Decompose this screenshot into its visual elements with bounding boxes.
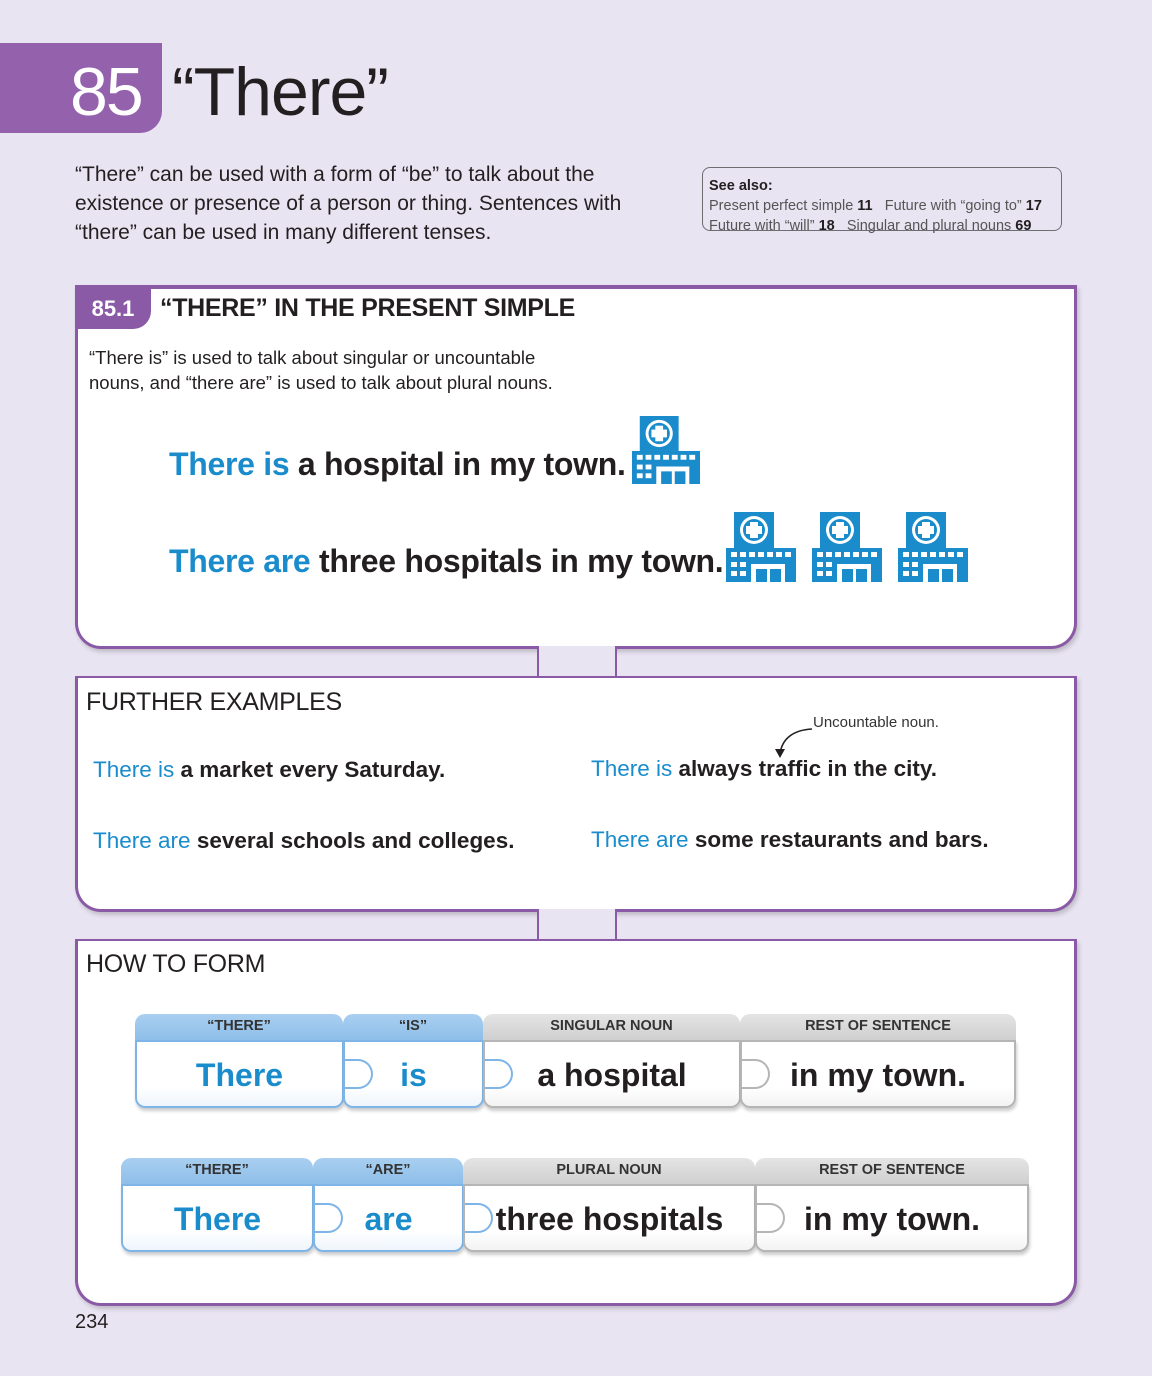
sentence-rest: some restaurants and bars. bbox=[688, 827, 989, 852]
see-also-heading: See also: bbox=[709, 178, 773, 194]
unit-number: 85 bbox=[70, 54, 144, 130]
how-to-form-heading: HOW TO FORM bbox=[86, 950, 266, 978]
see-also-row: Future with “will” 18 Singular and plura… bbox=[709, 216, 1055, 236]
see-also-link[interactable]: Singular and plural nouns bbox=[847, 218, 1011, 234]
sentence-rest: three hospitals in my town. bbox=[310, 543, 724, 579]
page-number: 234 bbox=[75, 1311, 109, 1333]
hospital-icon bbox=[812, 512, 882, 582]
see-also-number: 11 bbox=[857, 198, 873, 214]
sentence-highlight: There is bbox=[169, 446, 290, 482]
hospital-icon bbox=[898, 512, 968, 582]
sentence-rest: several schools and colleges. bbox=[190, 828, 515, 853]
section-number-tab: 85.1 bbox=[75, 287, 151, 329]
panel-connector bbox=[537, 909, 617, 942]
see-also-row: Present perfect simple 11 Future with “g… bbox=[709, 196, 1055, 216]
sentence-highlight: There are bbox=[591, 827, 689, 852]
see-also-box: See also: Present perfect simple 11 Futu… bbox=[702, 167, 1062, 234]
puzzle-piece: There bbox=[121, 1184, 314, 1252]
see-also-number: 18 bbox=[818, 218, 835, 234]
puzzle-piece: a hospital bbox=[483, 1040, 741, 1108]
example-sentence: There is always traffic in the city. bbox=[591, 756, 937, 782]
example-sentence: There are some restaurants and bars. bbox=[591, 827, 989, 853]
example-sentence: There are several schools and colleges. bbox=[93, 828, 514, 854]
see-also-link[interactable]: Future with “will” bbox=[709, 218, 815, 234]
example-sentence: There is a hospital in my town. bbox=[169, 446, 626, 483]
further-examples-heading: FURTHER EXAMPLES bbox=[86, 688, 342, 716]
puzzle-piece: There bbox=[135, 1040, 344, 1108]
sentence-highlight: There is bbox=[93, 757, 175, 782]
sentence-rest: a market every Saturday. bbox=[174, 757, 446, 782]
sentence-rest: a hospital in my town. bbox=[289, 446, 626, 482]
see-also-number: 69 bbox=[1015, 218, 1032, 234]
page-title: “There” bbox=[172, 54, 389, 130]
see-also-number: 17 bbox=[1025, 198, 1042, 214]
annotation-note: Uncountable noun. bbox=[813, 714, 939, 731]
puzzle-piece: three hospitals bbox=[463, 1184, 756, 1252]
intro-text: “There” can be used with a form of “be” … bbox=[75, 163, 622, 244]
sentence-highlight: There are bbox=[169, 543, 311, 579]
section-description: “There is” is used to talk about singula… bbox=[89, 347, 553, 393]
hospital-icon bbox=[632, 416, 700, 484]
example-sentence: There is a market every Saturday. bbox=[93, 757, 445, 783]
puzzle-piece: in my town. bbox=[740, 1040, 1016, 1108]
see-also-link[interactable]: Present perfect simple bbox=[709, 198, 853, 214]
puzzle-piece: in my town. bbox=[755, 1184, 1029, 1252]
panel-connector bbox=[537, 646, 617, 679]
section-title: “THERE” IN THE PRESENT SIMPLE bbox=[160, 294, 575, 322]
sentence-highlight: There is bbox=[591, 756, 673, 781]
example-sentence: There are three hospitals in my town. bbox=[169, 543, 724, 580]
see-also-link[interactable]: Future with “going to” bbox=[885, 198, 1022, 214]
hospital-icon bbox=[726, 512, 796, 582]
sentence-highlight: There are bbox=[93, 828, 191, 853]
sentence-rest: always traffic in the city. bbox=[672, 756, 937, 781]
